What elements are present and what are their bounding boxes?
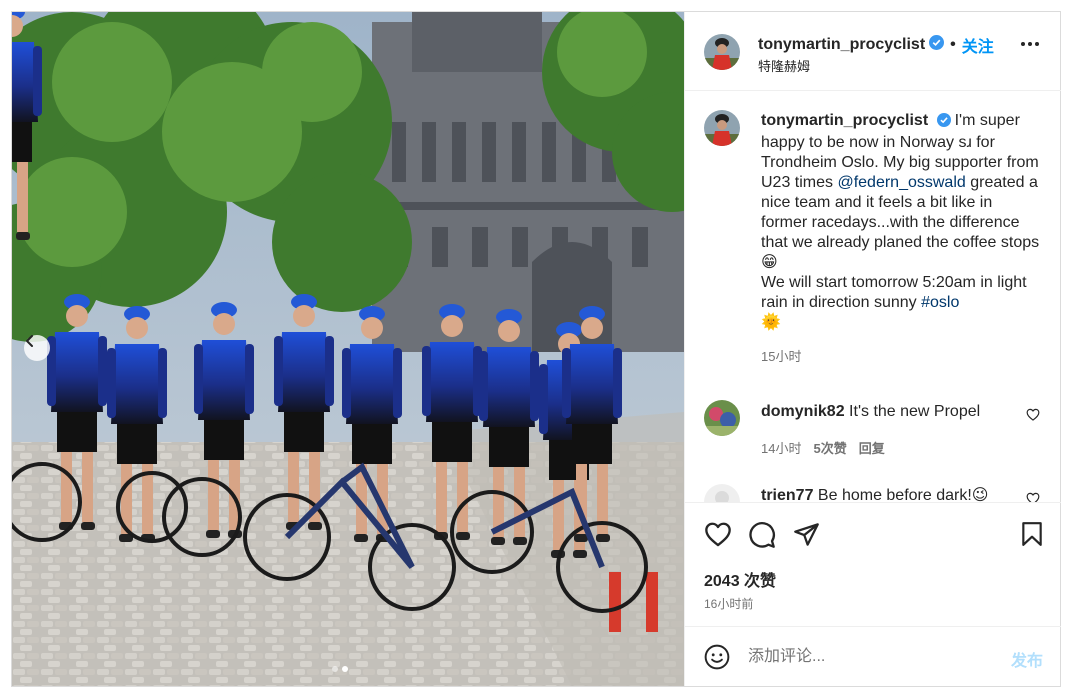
avatar-image: [704, 110, 740, 146]
avatar-image: [704, 400, 740, 436]
caption-mention-link[interactable]: @federn_osswald: [837, 174, 965, 191]
post-side-panel: tonymartin_procyclist • 关注 特隆赫姆 tonymart…: [684, 12, 1061, 686]
caption-hashtag-link[interactable]: #oslo: [921, 294, 959, 311]
post-header: tonymartin_procyclist • 关注 特隆赫姆: [685, 12, 1061, 91]
smiley-icon: [704, 644, 730, 670]
caption-text: tonymartin_procyclist I'm super happy to…: [761, 111, 1041, 333]
heart-icon: [1026, 408, 1040, 421]
heart-icon: [705, 522, 731, 547]
comment-username[interactable]: trien77: [761, 487, 813, 502]
emoji-picker-button[interactable]: [704, 644, 730, 675]
post-location[interactable]: 特隆赫姆: [758, 56, 810, 75]
post-dialog: tonymartin_procyclist • 关注 特隆赫姆 tonymart…: [11, 11, 1061, 687]
previous-photo-button[interactable]: [24, 335, 50, 361]
comment-bubble-icon: [749, 522, 775, 548]
default-avatar-image: [704, 484, 740, 502]
like-button[interactable]: [704, 521, 732, 552]
more-dot-icon: [1028, 42, 1032, 46]
avatar-image: [704, 34, 740, 70]
caption-username[interactable]: tonymartin_procyclist: [761, 112, 928, 129]
carousel-dot-active: [342, 666, 348, 672]
post-actions: 2043 次赞 16小时前: [685, 502, 1061, 626]
more-dot-icon: [1021, 42, 1025, 46]
bookmark-icon: [1022, 522, 1042, 546]
likes-count[interactable]: 2043 次赞: [704, 567, 776, 591]
comment-text: Be home before dark!: [817, 487, 972, 502]
avatar[interactable]: [704, 400, 740, 436]
comment-input[interactable]: [748, 643, 988, 671]
comments-list[interactable]: tonymartin_procyclist I'm super happy to…: [685, 92, 1061, 502]
verified-badge-icon: [929, 35, 945, 55]
save-button[interactable]: [1021, 521, 1043, 552]
share-button[interactable]: [793, 521, 820, 553]
cyclists-photo: [12, 12, 684, 686]
separator-dot: •: [950, 36, 956, 53]
paper-plane-icon: [794, 523, 819, 546]
caption-part-4: We will start tomorrow 5:20am in light r…: [761, 274, 1027, 311]
grin-emoji: 😁: [761, 254, 778, 271]
comment-button[interactable]: [748, 521, 776, 554]
more-dot-icon: [1035, 42, 1039, 46]
avatar[interactable]: [704, 34, 740, 70]
comment-likes[interactable]: 5次赞: [813, 438, 846, 457]
carousel-indicator: [332, 666, 348, 672]
add-comment-bar: 发布: [685, 626, 1061, 686]
wink-emoji: 😉: [971, 487, 989, 502]
like-comment-button[interactable]: [1026, 492, 1040, 502]
comment-timestamp[interactable]: 14小时: [761, 438, 801, 457]
post-comment-button[interactable]: 发布: [1011, 647, 1043, 671]
post-author-username[interactable]: tonymartin_procyclist: [758, 36, 925, 54]
like-comment-button[interactable]: [1026, 408, 1040, 426]
verified-badge-icon: [936, 113, 951, 133]
follow-button[interactable]: 关注: [962, 33, 994, 57]
reply-button[interactable]: 回复: [859, 438, 885, 457]
caption-special-char: ѕɹ: [958, 134, 972, 151]
avatar[interactable]: [704, 484, 740, 502]
post-photo[interactable]: [12, 12, 684, 686]
avatar[interactable]: [704, 110, 740, 146]
post-timestamp[interactable]: 16小时前: [704, 595, 753, 612]
heart-icon: [1026, 492, 1040, 502]
sun-emoji: 🌞: [761, 314, 781, 331]
comment-username[interactable]: domynik82: [761, 403, 845, 420]
caption-timestamp[interactable]: 15小时: [761, 346, 801, 365]
chevron-left-icon: [26, 335, 33, 347]
more-options-button[interactable]: [1021, 42, 1039, 46]
carousel-dot: [332, 666, 338, 672]
comment-text: It's the new Propel: [849, 403, 981, 420]
